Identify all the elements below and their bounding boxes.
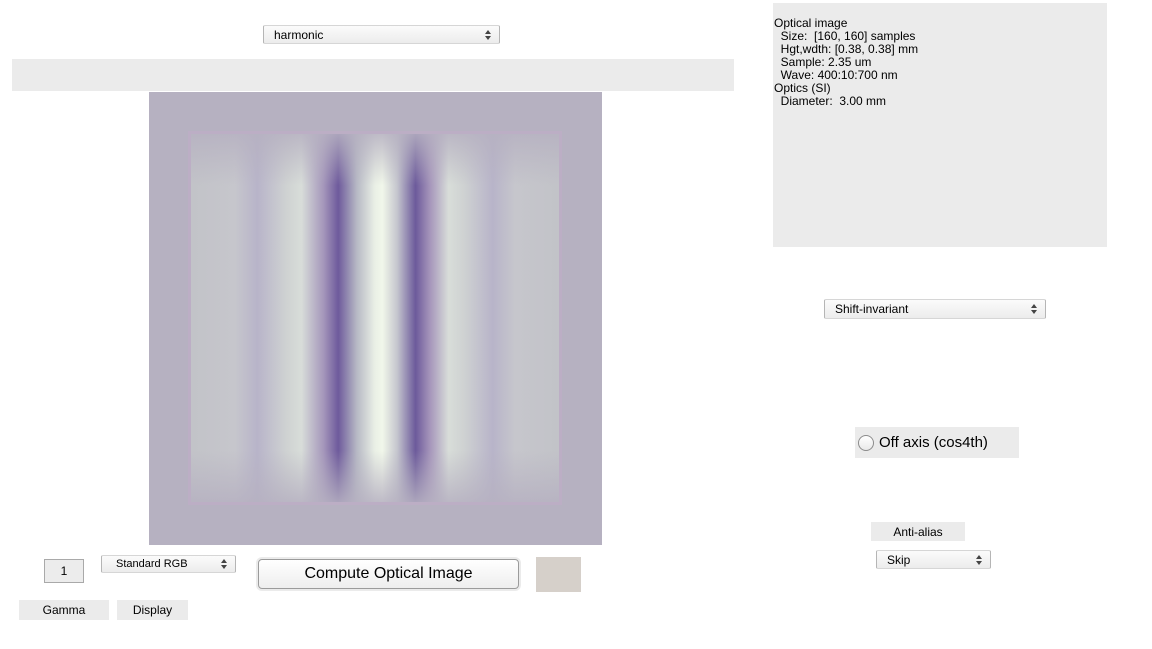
status-banner [12,59,734,91]
scene-type-popup[interactable]: harmonic [263,25,500,44]
anti-alias-text: Anti-alias [893,524,943,539]
anti-alias-label: Anti-alias [871,522,965,541]
display-mode-popup[interactable]: Standard RGB [101,555,236,573]
gamma-input-value: 1 [60,564,68,578]
popup-arrows-icon [1031,303,1039,315]
optics-model-popup-label: Shift-invariant [835,302,909,316]
radio-circle-icon[interactable] [858,434,874,451]
scene-type-popup-label: harmonic [274,27,324,42]
gamma-input[interactable]: 1 [44,559,84,583]
popup-arrows-icon [976,554,984,566]
info-line-diameter: Diameter: 3.00 mm [774,94,887,108]
color-swatch[interactable] [536,557,581,592]
gamma-label-text: Gamma [42,603,86,617]
off-axis-radio[interactable]: Off axis (cos4th) [855,427,1019,458]
compute-button-label: Compute Optical Image [304,565,473,582]
popup-arrows-icon [485,29,493,41]
off-axis-label: Off axis (cos4th) [879,434,988,451]
anti-alias-popup-label: Skip [887,552,911,567]
display-mode-popup-label: Standard RGB [116,558,188,570]
optics-model-popup[interactable]: Shift-invariant [824,299,1046,319]
optical-image-info-box: Optical image Size: [160, 160] samples H… [773,3,1107,247]
popup-arrows-icon [221,558,229,570]
anti-alias-popup[interactable]: Skip [876,550,991,569]
compute-optical-image-button[interactable]: Compute Optical Image [258,559,519,589]
harmonic-pattern-image [191,134,559,502]
optical-image-display[interactable] [149,92,602,545]
display-label-text: Display [132,603,173,617]
display-label: Display [117,600,188,620]
gamma-label: Gamma [19,600,109,620]
